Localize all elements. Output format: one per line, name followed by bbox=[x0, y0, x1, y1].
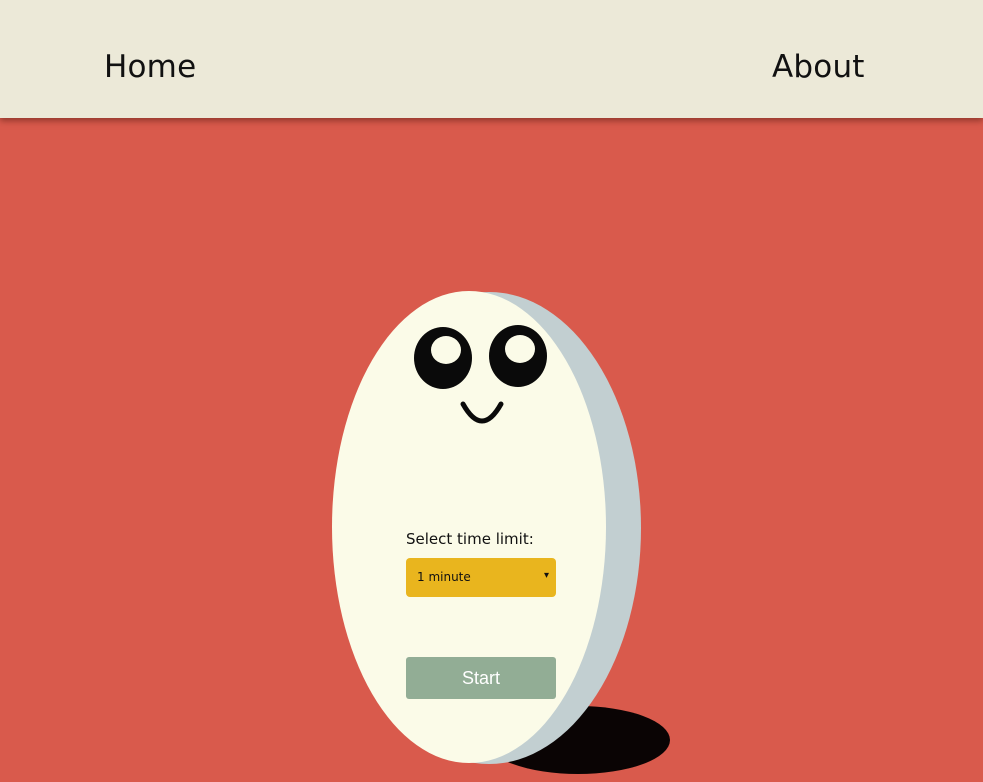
left-eye-icon bbox=[414, 327, 472, 389]
chevron-down-icon: ▾ bbox=[543, 570, 549, 581]
right-eye-icon bbox=[489, 325, 547, 387]
time-limit-label: Select time limit: bbox=[406, 530, 534, 548]
nav-home-link[interactable]: Home bbox=[104, 52, 196, 83]
time-limit-selected-value: 1 minute bbox=[417, 570, 471, 584]
time-limit-select[interactable]: 1 minute ▾ bbox=[406, 558, 556, 597]
top-navbar: Home About bbox=[0, 0, 983, 118]
start-button[interactable]: Start bbox=[406, 657, 556, 699]
nav-about-link[interactable]: About bbox=[772, 52, 865, 83]
